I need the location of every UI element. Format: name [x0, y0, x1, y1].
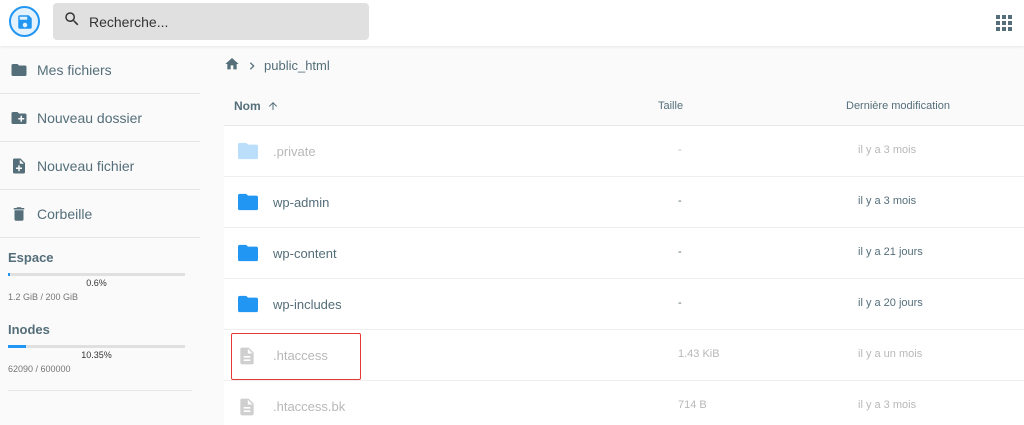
space-percent: 0.6% [86, 278, 107, 288]
file-icon [237, 396, 257, 423]
inodes-used: 62090 / 600000 [8, 364, 71, 374]
space-used: 1.2 GiB / 200 GiB [8, 292, 79, 302]
file-size: 1.43 KiB [678, 348, 720, 360]
sidebar-item-label: Nouveau dossier [37, 109, 143, 126]
file-modified: il y a un mois [858, 348, 923, 360]
file-size: 714 B [678, 399, 707, 411]
sidebar-item-my-files[interactable]: Mes fichiers [0, 46, 200, 94]
view-mode-grid-icon[interactable] [996, 15, 1012, 36]
list-item[interactable]: wp-admin - il y a 3 mois [224, 177, 1024, 228]
sidebar-item-trash[interactable]: Corbeille [0, 190, 200, 238]
list-header: Nom Taille Dernière modification [224, 86, 1024, 126]
sidebar-item-new-file[interactable]: Nouveau fichier [0, 142, 200, 190]
file-modified: il y a 3 mois [858, 399, 917, 411]
breadcrumb-item-public-html[interactable]: public_html [264, 58, 330, 73]
file-modified: il y a 3 mois [858, 195, 917, 207]
space-progress-bar [8, 273, 185, 276]
trash-icon [10, 205, 28, 223]
breadcrumb: public_html [224, 56, 330, 75]
file-modified: il y a 20 jours [858, 297, 923, 309]
search-icon [63, 10, 81, 33]
column-modified-header[interactable]: Dernière modification [846, 100, 950, 112]
sidebar-item-label: Mes fichiers [37, 61, 112, 78]
file-size: - [678, 195, 682, 207]
sidebar-item-label: Nouveau fichier [37, 157, 135, 174]
space-quota-title: Espace [8, 250, 54, 265]
column-size-header[interactable]: Taille [658, 100, 683, 112]
sidebar-item-new-folder[interactable]: Nouveau dossier [0, 94, 200, 142]
file-icon [237, 345, 257, 372]
file-modified: il y a 3 mois [858, 144, 917, 156]
file-name: wp-includes [273, 297, 342, 312]
inodes-quota-title: Inodes [8, 322, 50, 337]
folder-icon [237, 192, 259, 217]
sort-ascending-icon [267, 100, 279, 112]
sidebar-item-label: Corbeille [37, 205, 93, 222]
list-item[interactable]: wp-includes - il y a 20 jours [224, 279, 1024, 330]
inodes-percent: 10.35% [81, 350, 112, 360]
file-list: Nom Taille Dernière modification .privat… [224, 86, 1024, 425]
app-logo-icon[interactable] [9, 6, 40, 37]
column-name-label: Nom [234, 98, 261, 113]
search-box[interactable] [53, 3, 369, 40]
list-item[interactable]: .private - il y a 3 mois [224, 126, 1024, 177]
list-item[interactable]: wp-content - il y a 21 jours [224, 228, 1024, 279]
file-modified: il y a 21 jours [858, 246, 923, 258]
file-name: wp-content [273, 246, 337, 261]
chevron-right-icon [247, 61, 257, 71]
file-name: .htaccess.bk [273, 399, 346, 414]
space-progress-fill [8, 273, 10, 276]
inodes-quota: Inodes 10.35% 62090 / 600000 [0, 302, 200, 391]
new-file-icon [10, 157, 28, 175]
folder-icon [237, 243, 259, 268]
file-name: .htaccess [273, 348, 328, 363]
inodes-progress-bar [8, 345, 185, 348]
top-bar [0, 0, 1024, 46]
file-name: .private [273, 144, 316, 159]
sidebar: Mes fichiers Nouveau dossier Nouveau fic… [0, 46, 200, 425]
folder-icon [237, 294, 259, 319]
column-name-header[interactable]: Nom [234, 99, 279, 113]
search-input[interactable] [89, 13, 349, 30]
inodes-progress-fill [8, 345, 27, 348]
divider [8, 390, 192, 391]
file-size: - [678, 246, 682, 258]
home-icon[interactable] [224, 56, 240, 75]
file-size: - [678, 144, 682, 156]
space-quota: Espace 0.6% 1.2 GiB / 200 GiB [0, 238, 200, 302]
file-name: wp-admin [273, 195, 330, 210]
folder-icon [237, 141, 259, 166]
list-item[interactable]: .htaccess.bk 714 B il y a 3 mois [224, 381, 1024, 425]
create-folder-icon [10, 109, 28, 127]
file-size: - [678, 297, 682, 309]
folder-icon [10, 61, 28, 79]
list-item[interactable]: .htaccess 1.43 KiB il y a un mois [224, 330, 1024, 381]
